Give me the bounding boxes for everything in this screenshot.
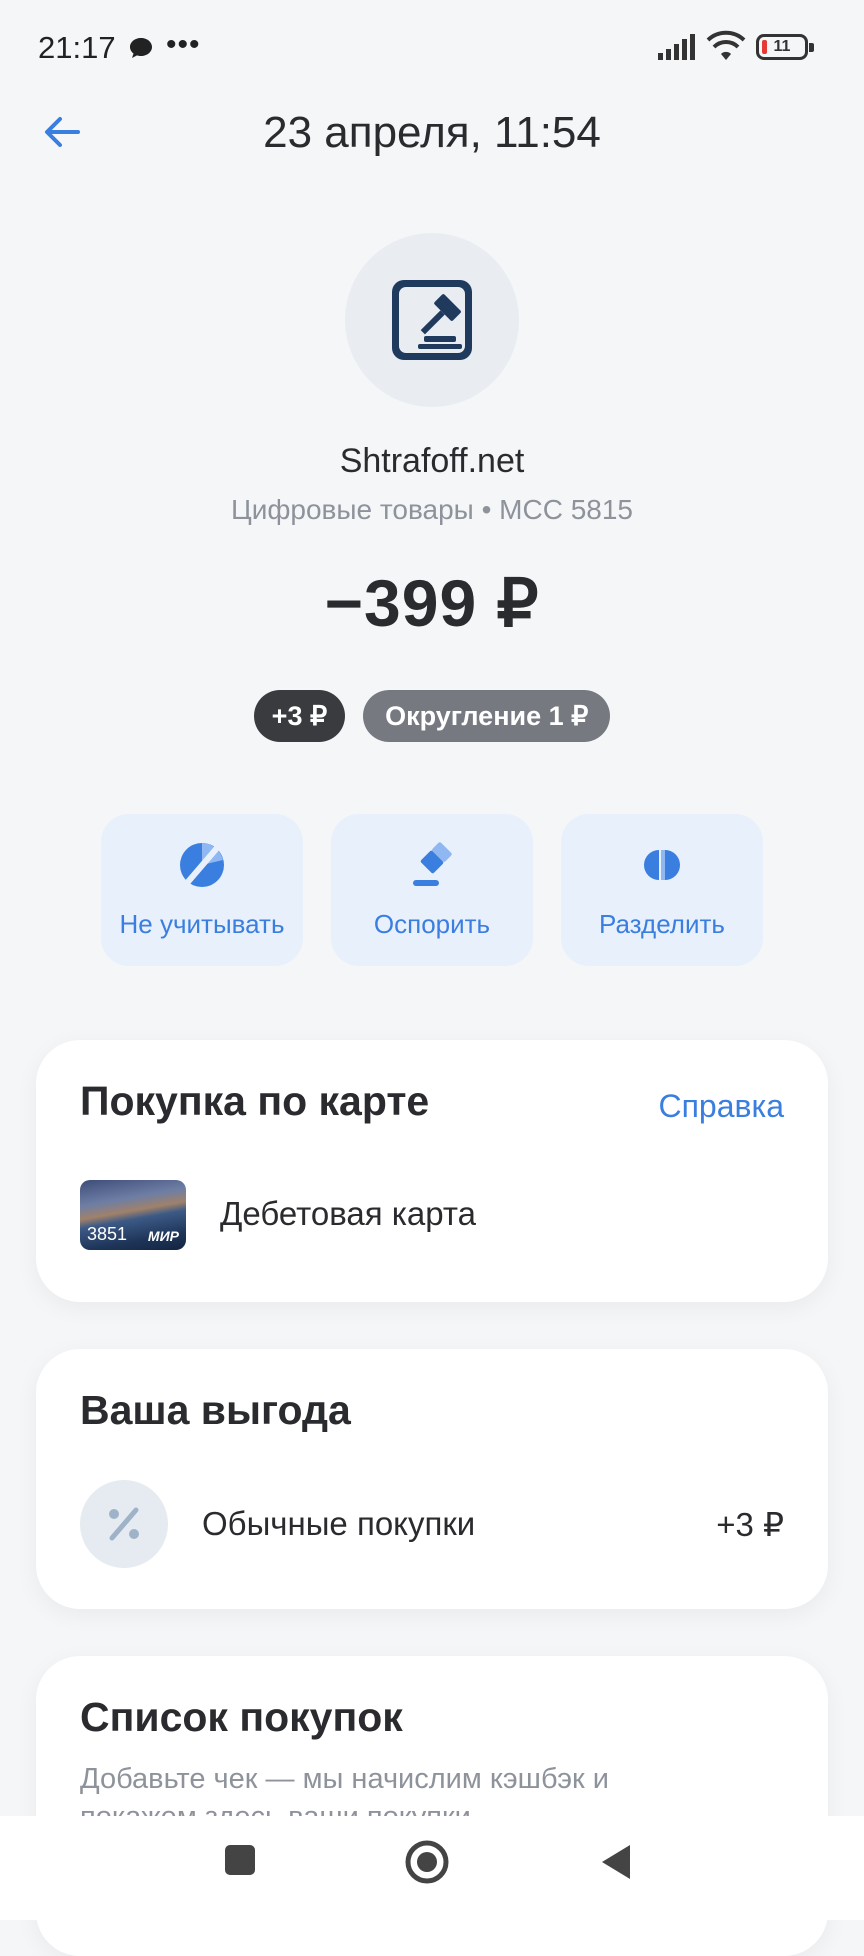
battery-icon: 11 (756, 34, 814, 60)
card-number: 3851 (87, 1224, 128, 1244)
section-title: Ваша выгода (80, 1387, 351, 1433)
benefit-section: Ваша выгода Обычные покупки +3 ₽ (36, 1349, 828, 1609)
exclude-button[interactable]: Не учитывать (101, 814, 303, 966)
section-title: Покупка по карте (80, 1078, 430, 1124)
section-title: Список покупок (80, 1694, 403, 1740)
badges-row: +3 ₽ Округление 1 ₽ (0, 690, 864, 742)
help-link[interactable]: Справка (658, 1088, 784, 1125)
split-button[interactable]: Разделить (561, 814, 763, 966)
battery-level: 11 (773, 38, 791, 55)
action-buttons: Не учитывать Оспорить Разделить (101, 814, 763, 966)
signal-icon (658, 34, 695, 60)
card-purchase-section: Покупка по карте Справка 3851 МИР Дебето… (36, 1040, 828, 1302)
dispute-button[interactable]: Оспорить (331, 814, 533, 966)
exclude-icon (180, 843, 224, 887)
bank-card-thumbnail[interactable]: 3851 МИР (80, 1180, 186, 1250)
message-notification-icon (130, 38, 152, 58)
mir-logo: МИР (147, 1228, 179, 1244)
recent-apps-icon[interactable] (224, 1844, 256, 1876)
gavel-icon (392, 280, 472, 360)
cashback-badge[interactable]: +3 ₽ (253, 690, 346, 742)
status-bar: 21:17 ••• 11 (0, 0, 864, 98)
more-notifications-icon: ••• (166, 28, 201, 61)
transaction-amount: −399 ₽ (324, 566, 540, 640)
benefit-item-label: Обычные покупки (202, 1505, 476, 1542)
benefit-item-value: +3 ₽ (716, 1506, 784, 1543)
split-label: Разделить (599, 909, 725, 939)
page-title: 23 апреля, 11:54 (263, 108, 601, 157)
merchant-name: Shtrafoff.net (339, 442, 525, 480)
merchant-category: Цифровые товары • MCC 5815 (231, 494, 633, 525)
merchant-logo (345, 233, 519, 407)
rounding-badge[interactable]: Округление 1 ₽ (363, 690, 611, 742)
back-nav-icon[interactable] (600, 1844, 632, 1880)
system-nav-bar (0, 1816, 864, 1920)
card-label[interactable]: Дебетовая карта (220, 1195, 476, 1233)
wifi-icon (706, 30, 746, 60)
dispute-gavel-icon (413, 842, 452, 886)
split-icon (644, 850, 680, 880)
dispute-label: Оспорить (373, 909, 491, 939)
home-icon[interactable] (405, 1840, 449, 1884)
exclude-label: Не учитывать (119, 909, 285, 939)
percent-icon (80, 1480, 168, 1568)
status-time: 21:17 (38, 30, 116, 65)
